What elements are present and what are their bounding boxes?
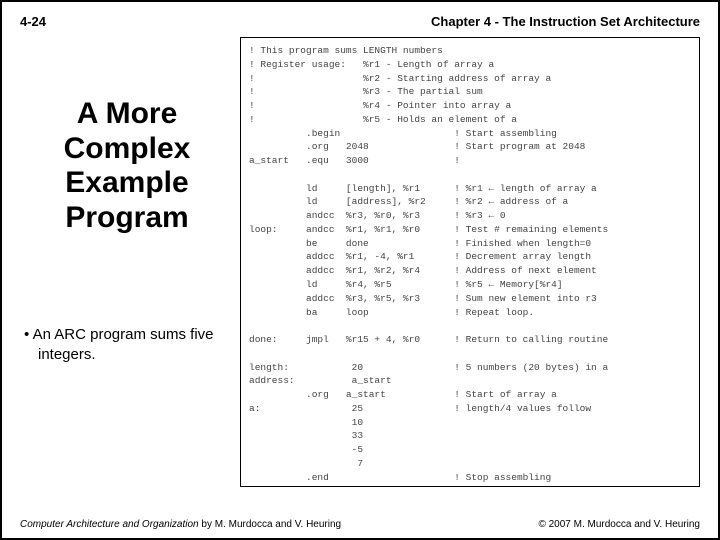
chapter-title: Chapter 4 - The Instruction Set Architec… <box>431 14 700 29</box>
title-line-2: Complex <box>64 132 191 165</box>
title-line-4: Program <box>65 201 188 234</box>
footer-copyright: © 2007 M. Murdocca and V. Heuring <box>538 519 700 530</box>
content-row: A More Complex Example Program An ARC pr… <box>20 37 700 487</box>
slide-title: A More Complex Example Program <box>24 97 230 235</box>
book-authors: by M. Murdocca and V. Heuring <box>199 519 341 530</box>
book-title: Computer Architecture and Organization <box>20 519 199 530</box>
bullet-point: An ARC program sums five integers. <box>24 325 230 364</box>
slide-header: 4-24 Chapter 4 - The Instruction Set Arc… <box>20 14 700 29</box>
slide-footer: Computer Architecture and Organization b… <box>20 519 700 530</box>
page-number: 4-24 <box>20 14 46 29</box>
code-listing: ! This program sums LENGTH numbers ! Reg… <box>240 37 700 487</box>
slide-frame: 4-24 Chapter 4 - The Instruction Set Arc… <box>0 0 720 540</box>
title-line-3: Example <box>65 166 188 199</box>
title-line-1: A More <box>77 97 178 130</box>
left-column: A More Complex Example Program An ARC pr… <box>20 37 230 487</box>
footer-left: Computer Architecture and Organization b… <box>20 519 341 530</box>
